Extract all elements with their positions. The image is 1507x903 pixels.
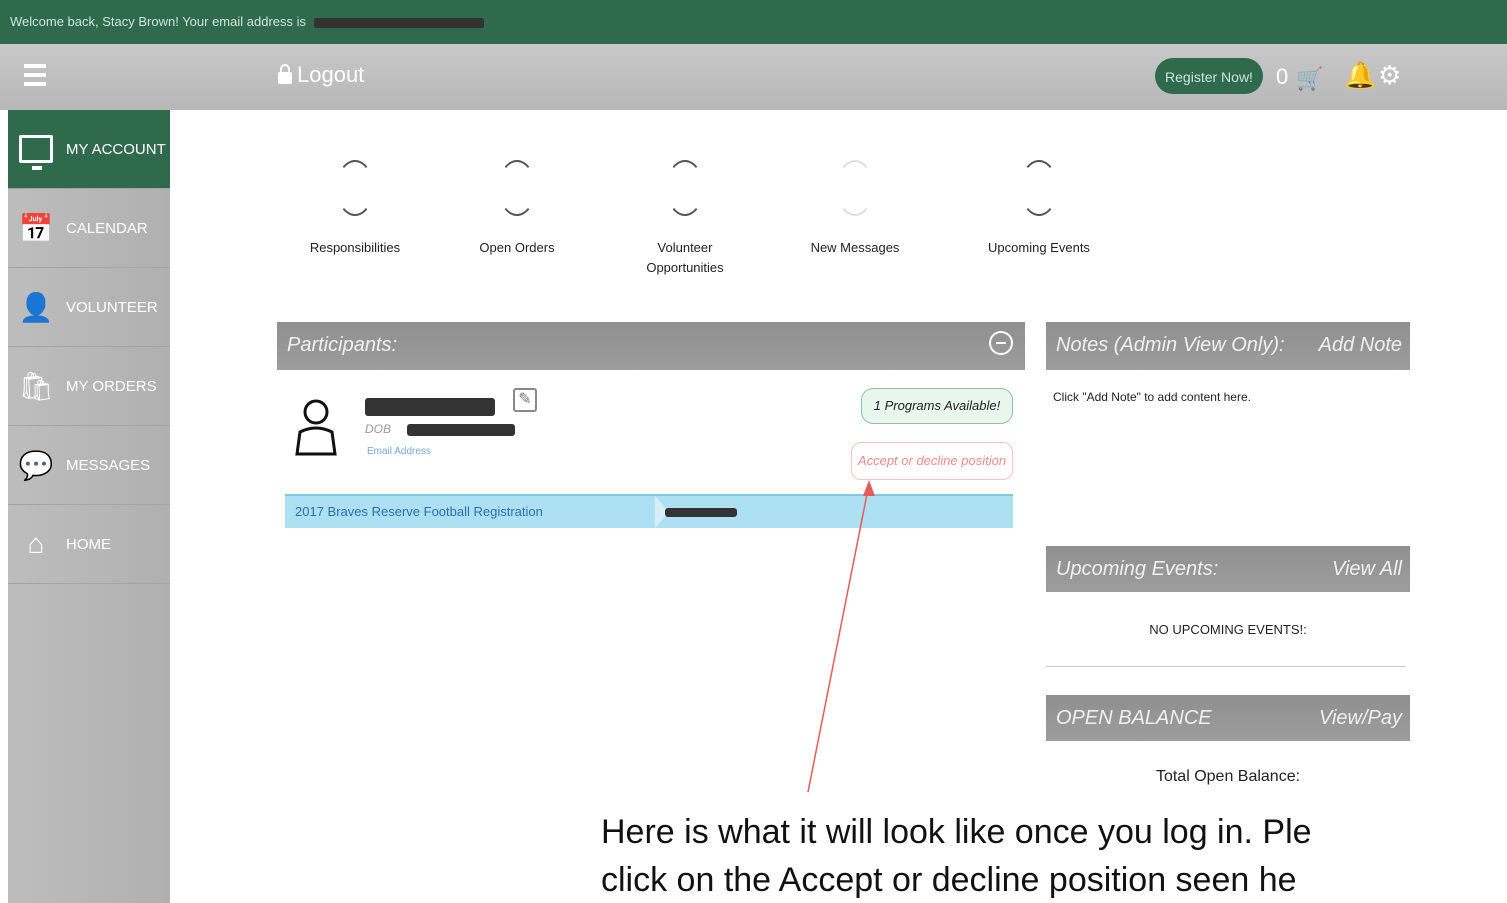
accept-decline-button[interactable]: Accept or decline position bbox=[851, 442, 1013, 480]
sidebar-item-label: VOLUNTEER bbox=[66, 298, 158, 316]
welcome-bar: Welcome back, Stacy Brown! Your email ad… bbox=[0, 0, 1507, 44]
edit-icon[interactable]: ✎ bbox=[513, 388, 537, 412]
register-now-button[interactable]: Register Now! bbox=[1155, 58, 1263, 94]
upcoming-events-header: Upcoming Events: View All bbox=[1046, 546, 1410, 592]
sidebar-item-label: MESSAGES bbox=[66, 456, 151, 474]
redacted-dob bbox=[407, 424, 515, 436]
top-bar: Logout Register Now! 0 🛒 🔔 ⚙ bbox=[0, 44, 1507, 110]
notes-header: Notes (Admin View Only): Add Note bbox=[1046, 322, 1410, 370]
gear-icon[interactable]: ⚙ bbox=[1378, 60, 1401, 91]
sidebar-item-label: HOME bbox=[66, 535, 111, 553]
volunteer-icon: 👤 bbox=[18, 291, 54, 323]
stat-open-orders[interactable]: Open Orders bbox=[442, 160, 592, 258]
stat-label: Open Orders bbox=[479, 240, 555, 255]
upcoming-events-title: Upcoming Events: bbox=[1056, 558, 1219, 580]
logout-link[interactable]: Logout bbox=[278, 62, 364, 88]
email-link[interactable]: Email Address bbox=[367, 446, 431, 457]
open-balance-header: OPEN BALANCE View/Pay bbox=[1046, 695, 1410, 741]
home-icon: ⌂ bbox=[27, 528, 45, 559]
add-note-link[interactable]: Add Note bbox=[1319, 334, 1402, 357]
stats-row: Responsibilities Open Orders Volunteer O… bbox=[280, 160, 1120, 290]
sidebar-item-label: MY ACCOUNT bbox=[66, 140, 166, 158]
sidebar-item-my-account[interactable]: MY ACCOUNT bbox=[8, 110, 170, 189]
monitor-icon bbox=[16, 129, 56, 170]
redacted-participant-name bbox=[365, 398, 495, 416]
sidebar-item-calendar[interactable]: 📅 CALENDAR bbox=[8, 189, 170, 268]
redacted-email bbox=[313, 17, 484, 28]
stat-volunteer-opportunities[interactable]: Volunteer Opportunities bbox=[610, 160, 760, 278]
stat-ring-icon bbox=[1020, 160, 1058, 216]
bell-icon[interactable]: 🔔 bbox=[1344, 60, 1376, 91]
welcome-text: Welcome back, Stacy Brown! Your email ad… bbox=[10, 14, 307, 29]
divider bbox=[1046, 666, 1406, 667]
stat-ring-icon bbox=[836, 160, 874, 216]
participant-card: DOB Email Address ✎ 1 Programs Available… bbox=[285, 380, 1020, 480]
cart-count: 0 bbox=[1276, 64, 1289, 89]
orders-icon: 🛍 bbox=[18, 370, 54, 402]
stat-ring-icon bbox=[498, 160, 536, 216]
redacted-program-info bbox=[665, 508, 737, 517]
view-all-link[interactable]: View All bbox=[1332, 558, 1402, 581]
sidebar-item-label: MY ORDERS bbox=[66, 377, 157, 395]
total-open-balance-label: Total Open Balance: bbox=[1155, 768, 1301, 785]
dob-label: DOB bbox=[365, 422, 392, 436]
stat-responsibilities[interactable]: Responsibilities bbox=[280, 160, 430, 258]
sidebar-item-messages[interactable]: 💬 MESSAGES bbox=[8, 426, 170, 505]
participants-header: Participants: bbox=[277, 322, 1025, 370]
stat-upcoming-events[interactable]: Upcoming Events bbox=[964, 160, 1114, 258]
notes-body: Click "Add Note" to add content here. bbox=[1053, 390, 1251, 404]
stat-label: Responsibilities bbox=[309, 240, 401, 255]
sidebar-item-volunteer[interactable]: 👤 VOLUNTEER bbox=[8, 268, 170, 347]
no-upcoming-events-text: NO UPCOMING EVENTS!: bbox=[1149, 622, 1307, 637]
sidebar: MY ACCOUNT 📅 CALENDAR 👤 VOLUNTEER 🛍 MY O… bbox=[8, 110, 170, 903]
sidebar-item-label: CALENDAR bbox=[66, 219, 148, 237]
messages-icon: 💬 bbox=[18, 449, 54, 481]
instruction-caption: Here is what it will look like once you … bbox=[601, 808, 1507, 903]
open-balance-title: OPEN BALANCE bbox=[1056, 707, 1212, 729]
notes-title: Notes (Admin View Only): bbox=[1056, 334, 1285, 356]
sidebar-item-home[interactable]: ⌂ HOME bbox=[8, 505, 170, 584]
stat-ring-icon bbox=[666, 160, 704, 216]
program-name: 2017 Braves Reserve Football Registratio… bbox=[295, 504, 543, 519]
stat-label: New Messages bbox=[810, 240, 900, 255]
logout-label: Logout bbox=[297, 62, 365, 87]
stat-new-messages[interactable]: New Messages bbox=[780, 160, 930, 258]
view-pay-link[interactable]: View/Pay bbox=[1319, 707, 1402, 730]
avatar-icon bbox=[295, 399, 337, 456]
collapse-icon[interactable] bbox=[989, 331, 1013, 355]
sidebar-item-my-orders[interactable]: 🛍 MY ORDERS bbox=[8, 347, 170, 426]
caption-line-1: Here is what it will look like once you … bbox=[601, 813, 1312, 851]
cart-icon[interactable]: 🛒 bbox=[1296, 66, 1323, 92]
stat-label: Volunteer Opportunities bbox=[646, 240, 724, 275]
menu-icon[interactable] bbox=[24, 64, 46, 88]
stat-label: Upcoming Events bbox=[988, 240, 1090, 255]
stat-ring-icon bbox=[336, 160, 374, 216]
program-row[interactable]: 2017 Braves Reserve Football Registratio… bbox=[285, 494, 1013, 528]
lock-icon bbox=[278, 64, 292, 84]
programs-available-badge[interactable]: 1 Programs Available! bbox=[861, 388, 1013, 424]
caption-line-2: click on the Accept or decline position … bbox=[601, 861, 1297, 899]
participants-title: Participants: bbox=[287, 334, 398, 356]
calendar-icon: 📅 bbox=[18, 212, 54, 244]
